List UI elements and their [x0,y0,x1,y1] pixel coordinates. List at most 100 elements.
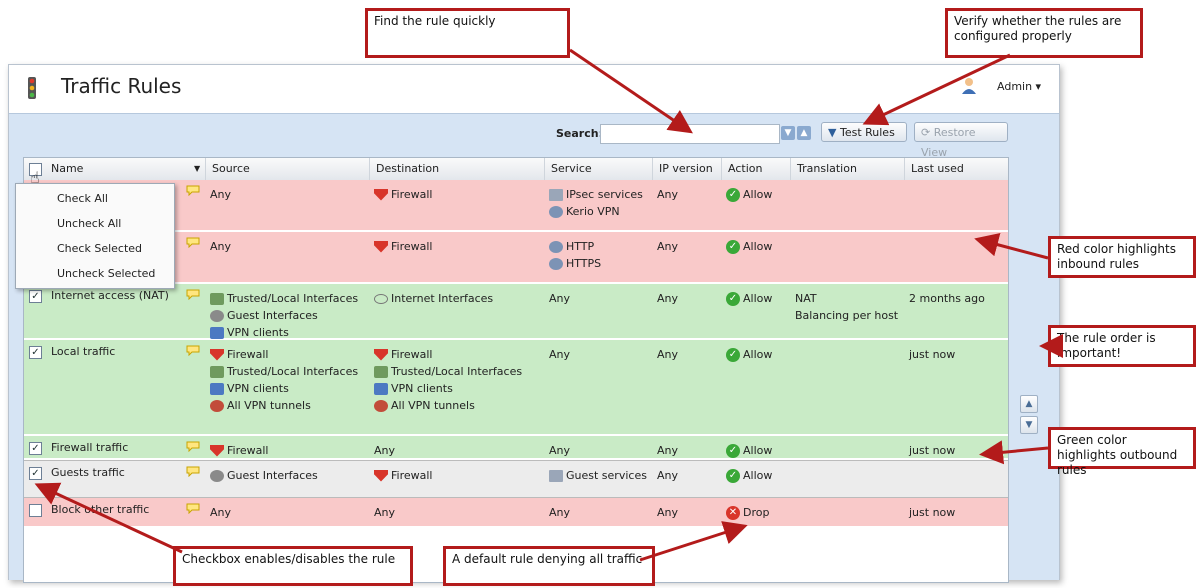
table-row[interactable]: ✓ Guests traffic Guest Interfaces Firewall G… [24,460,1008,498]
callout-default-rule: A default rule denying all traffic [443,546,655,586]
destination-item: Firewall [374,186,544,203]
callout-verify-rules: Verify whether the rules are configured … [945,8,1143,58]
destination-item: Any [374,442,544,459]
translation-item: NAT [795,290,905,307]
page-title: Traffic Rules [61,74,182,98]
cell-action[interactable]: ✓ Allow [726,186,772,203]
search-next-icon[interactable]: ▼ [781,126,795,140]
search-previous-icon[interactable]: ▲ [797,126,811,140]
cell-action[interactable]: ✓ Allow [726,442,772,459]
rule-name[interactable]: Block other traffic [51,503,149,516]
rule-enabled-checkbox[interactable]: ✓ [29,467,42,480]
service-item: Guest services [549,467,654,484]
destination-item: Internet Interfaces [374,290,544,307]
vpn-clients-icon [210,382,224,395]
callout-rule-order: The rule order is important! [1048,325,1196,367]
cell-action[interactable]: ✓ Allow [726,467,772,484]
cell-ip-version: Any [657,469,679,482]
comment-icon[interactable] [186,237,200,249]
cell-source: Firewall Trusted/Local Interfaces VPN clie… [210,346,370,414]
comment-icon[interactable] [186,441,200,453]
source-item: Any [210,186,370,203]
comment-icon[interactable] [186,185,200,197]
service-item: HTTP [549,238,654,255]
column-header-translation[interactable]: Translation [790,158,904,180]
search-input[interactable] [600,124,780,144]
action-label: Drop [743,506,770,519]
rule-enabled-checkbox[interactable]: ✓ [29,442,42,455]
service-label: Any [549,292,571,305]
cell-action[interactable]: ✕ Drop [726,504,769,521]
vpn-tunnel-icon [374,399,388,412]
traffic-rules-window: Traffic Rules Admin ▾ Search: ▼ ▲ ▼ Test… [8,64,1060,583]
menu-item-uncheck-selected[interactable]: Uncheck Selected [16,261,174,286]
rule-enabled-checkbox[interactable]: ✓ [29,290,42,303]
action-label: Allow [743,188,773,201]
cell-destination: Any [374,442,544,459]
user-menu[interactable]: Admin ▾ [997,80,1041,93]
source-label: VPN clients [227,326,289,339]
menu-item-check-selected[interactable]: Check Selected [16,236,174,261]
comment-icon[interactable] [186,289,200,301]
cell-action[interactable]: ✓ Allow [726,346,772,363]
comment-icon[interactable] [186,345,200,357]
rule-name[interactable]: Firewall traffic [51,441,128,454]
rule-name[interactable]: Local traffic [51,345,115,358]
table-row[interactable]: ✓ Local traffic Firewall Trusted/Local Inte… [24,340,1008,436]
table-row[interactable]: ✓ Firewall traffic Firewall Any Any Any ✓ Allow… [24,436,1008,460]
action-label: Allow [743,444,773,457]
menu-item-uncheck-all[interactable]: Uncheck All [16,211,174,236]
menu-item-check-all[interactable]: Check All [16,186,174,211]
cell-action[interactable]: ✓ Allow [726,238,772,255]
cell-service: Any [549,442,654,459]
cell-ip-version: Any [657,240,679,253]
destination-item: VPN clients [374,380,544,397]
column-header-source[interactable]: Source [205,158,369,180]
cell-destination: Firewall Trusted/Local Interfaces VPN clie… [374,346,544,414]
network-icon [210,365,224,378]
action-item: ✕ Drop [726,504,769,521]
cell-action[interactable]: ✓ Allow [726,290,772,307]
service-item: Kerio VPN [549,203,654,220]
column-header-destination[interactable]: Destination [369,158,544,180]
cell-service: IPsec services Kerio VPN [549,186,654,220]
move-up-button[interactable]: ▲ [1020,395,1038,413]
shield-icon [210,444,224,457]
service-gear-icon [549,240,563,253]
test-rules-button[interactable]: ▼ Test Rules [821,122,907,142]
rule-name[interactable]: Guests traffic [51,466,125,479]
column-header-last-used[interactable]: Last used [904,158,1008,180]
source-item: VPN clients [210,324,370,341]
column-header-action[interactable]: Action [721,158,790,180]
comment-icon[interactable] [186,466,200,478]
column-header-name[interactable]: Name [45,158,205,180]
rule-enabled-checkbox[interactable]: ✓ [29,346,42,359]
column-header-service[interactable]: Service [544,158,652,180]
source-label: Trusted/Local Interfaces [227,365,359,378]
destination-item: All VPN tunnels [374,397,544,414]
source-label: Firewall [227,348,269,361]
rule-enabled-checkbox[interactable] [29,504,42,517]
column-header-ip-version[interactable]: IP version [652,158,721,180]
service-label: Guest services [566,469,647,482]
cell-source: Firewall [210,442,370,459]
allow-icon: ✓ [726,239,740,254]
restore-icon: ⟳ [921,126,931,139]
source-item: Trusted/Local Interfaces [210,363,370,380]
checkbox-context-menu: Check All Uncheck All Check Selected Unc… [15,183,175,289]
sort-chevron-icon[interactable]: ▼ [194,164,200,173]
cell-source: Guest Interfaces [210,467,370,484]
callout-outbound-rules: Green color highlights outbound rules [1048,427,1196,477]
service-label: Kerio VPN [566,205,620,218]
restore-view-button[interactable]: ⟳ Restore View [914,122,1008,159]
table-row[interactable]: Block other traffic Any Any Any Any ✕ Drop just… [24,498,1008,528]
destination-item: Any [374,504,544,521]
source-label: Guest Interfaces [227,309,318,322]
move-down-button[interactable]: ▼ [1020,416,1038,434]
rule-name[interactable]: Internet access (NAT) [51,289,169,302]
comment-icon[interactable] [186,503,200,515]
vpn-clients-icon [210,326,224,339]
table-row[interactable]: ✓ Internet access (NAT) Trusted/Local Inte… [24,284,1008,340]
allow-icon: ✓ [726,187,740,202]
cell-destination: Firewall [374,186,544,203]
